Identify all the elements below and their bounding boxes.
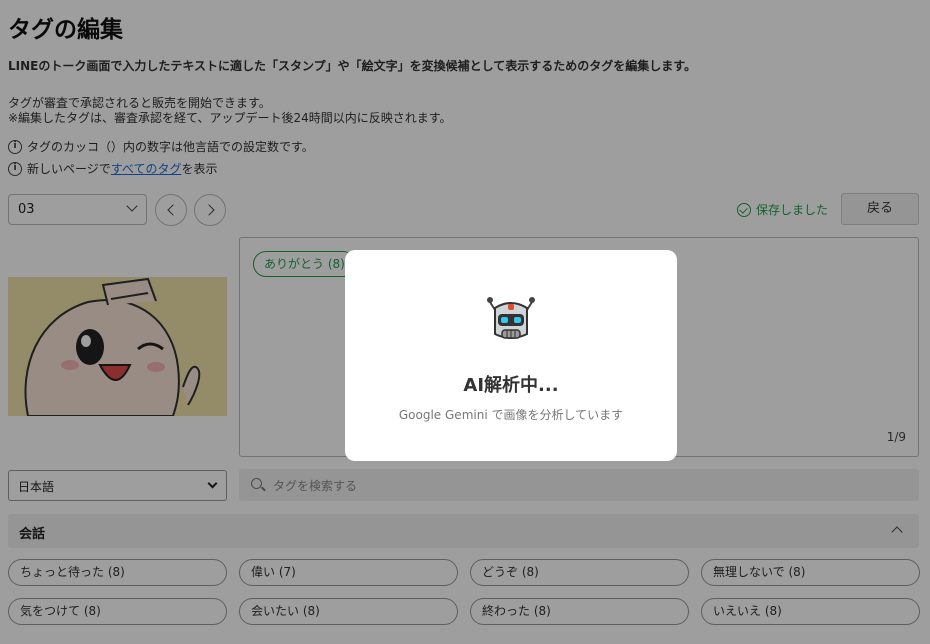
robot-icon <box>487 297 535 339</box>
modal-subtitle: Google Gemini で画像を分析しています <box>398 408 624 422</box>
modal-title: AI解析中... <box>463 375 559 396</box>
ai-analysis-modal: AI解析中... Google Gemini で画像を分析しています <box>345 250 677 461</box>
